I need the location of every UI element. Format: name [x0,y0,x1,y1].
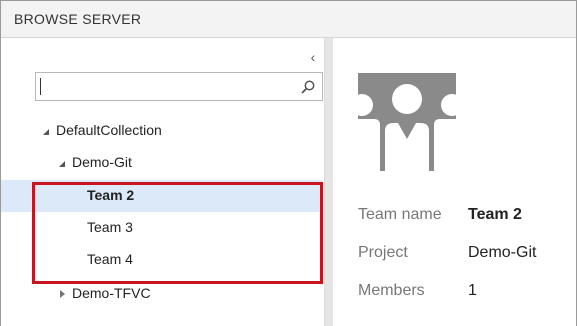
team-group-icon [358,73,456,171]
tree-node-label: Team 4 [87,251,133,267]
property-value: 1 [468,282,477,299]
property-key: Members [358,282,425,299]
tree-node-team-2[interactable]: Team 2 [1,180,322,212]
tree-node-label: Demo-Git [72,154,132,170]
title-bar: BROWSE SERVER [1,1,576,38]
window-title: BROWSE SERVER [14,11,142,27]
expanded-triangle-icon[interactable] [41,126,51,136]
tree-node-label: DefaultCollection [56,122,162,138]
tree-node-team-4[interactable]: Team 4 [1,244,322,276]
search-input[interactable] [36,73,294,100]
collapsed-triangle-icon[interactable] [57,289,67,299]
text-cursor [40,78,41,95]
tree-node-default-collection[interactable]: DefaultCollection [1,115,322,147]
collapse-pane-button[interactable]: ‹ [306,50,320,64]
details-pane: Team name Team 2 Project Demo-Git Member… [333,38,576,326]
search-icon[interactable] [300,79,316,95]
property-key: Project [358,244,408,261]
search-box[interactable] [35,72,323,101]
expanded-triangle-icon[interactable] [57,158,67,168]
browse-server-window: BROWSE SERVER ‹ DefaultCollection Demo-G… [0,0,577,326]
tree-pane: ‹ DefaultCollection Demo-Git Team 2 Team… [1,38,324,326]
tree-node-demo-tfvc[interactable]: Demo-TFVC [1,278,322,310]
property-key: Team name [358,206,442,223]
team-name-row: Team name Team 2 [358,206,568,228]
pane-splitter[interactable] [324,38,333,326]
tree-node-label: Team 3 [87,219,133,235]
project-row: Project Demo-Git [358,244,568,266]
property-value: Demo-Git [468,244,537,261]
members-row: Members 1 [358,282,568,304]
property-value: Team 2 [468,206,522,223]
tree-node-label: Demo-TFVC [72,285,151,301]
tree-node-team-3[interactable]: Team 3 [1,212,322,244]
tree-node-demo-git[interactable]: Demo-Git [1,147,322,179]
tree-node-label: Team 2 [87,187,135,203]
